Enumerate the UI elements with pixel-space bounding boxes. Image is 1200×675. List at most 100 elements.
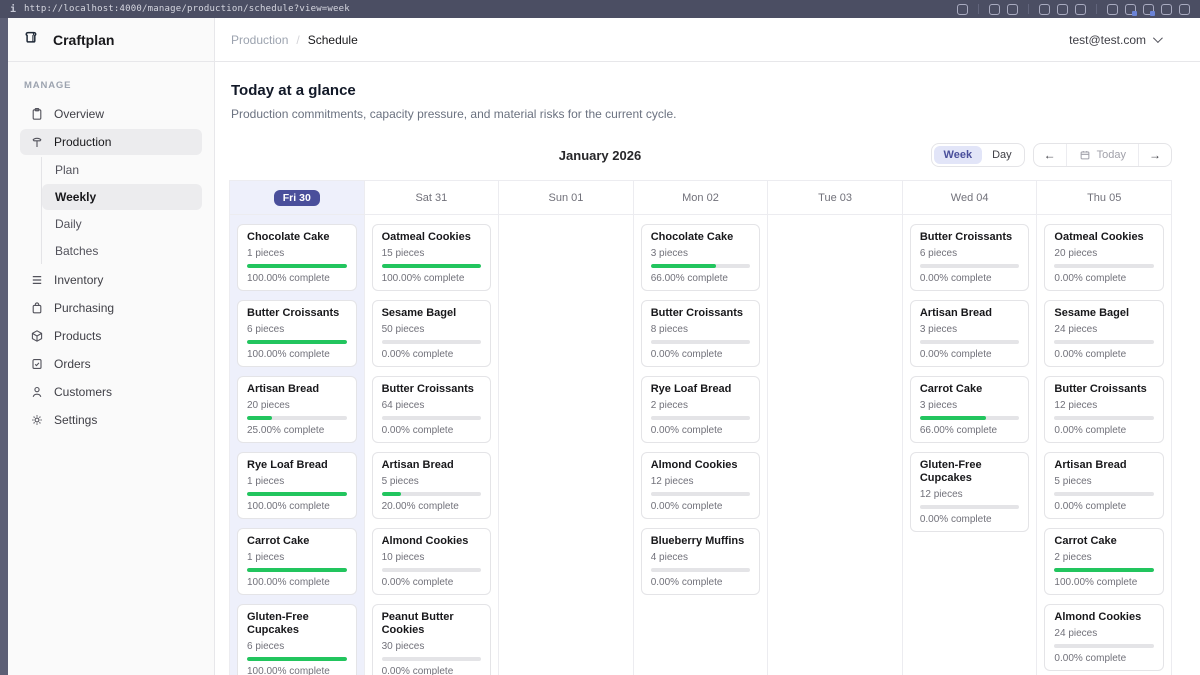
translate-icon[interactable] <box>1143 4 1154 15</box>
sidebar-subitem-batches[interactable]: Batches <box>42 238 202 264</box>
breadcrumb: Production / Schedule <box>215 33 1069 47</box>
sidebar-item-purchasing[interactable]: Purchasing <box>20 295 202 321</box>
production-card[interactable]: Almond Cookies24 pieces0.00% complete <box>1044 604 1164 671</box>
today-button-label: Today <box>1097 149 1126 161</box>
day-header: Sat 31 <box>365 181 499 215</box>
card-product-name: Sesame Bagel <box>1054 307 1154 320</box>
production-card[interactable]: Gluten-Free Cupcakes6 pieces100.00% comp… <box>237 604 357 675</box>
user-menu[interactable]: test@test.com <box>1069 33 1200 47</box>
production-card[interactable]: Carrot Cake1 pieces100.00% complete <box>237 528 357 595</box>
production-card[interactable]: Butter Croissants6 pieces100.00% complet… <box>237 300 357 367</box>
production-card[interactable]: Oatmeal Cookies15 pieces100.00% complete <box>372 224 492 291</box>
sidebar-item-label: Products <box>54 329 101 343</box>
production-card[interactable]: Sesame Bagel24 pieces0.00% complete <box>1044 300 1164 367</box>
production-card[interactable]: Butter Croissants6 pieces0.00% complete <box>910 224 1030 291</box>
production-card[interactable]: Sesame Bagel50 pieces0.00% complete <box>372 300 492 367</box>
info-icon[interactable]: i <box>10 4 16 15</box>
sidebar-subitem-plan[interactable]: Plan <box>42 157 202 183</box>
week-view-button[interactable]: Week <box>934 146 983 164</box>
card-complete-label: 100.00% complete <box>247 577 347 588</box>
production-card[interactable]: Carrot Cake3 pieces66.00% complete <box>910 376 1030 443</box>
picture-in-picture-icon[interactable] <box>1039 4 1050 15</box>
production-card[interactable]: Artisan Bread20 pieces25.00% complete <box>237 376 357 443</box>
icon-group-divider <box>1096 4 1097 14</box>
card-complete-label: 100.00% complete <box>382 273 482 284</box>
sidebar-item-inventory[interactable]: Inventory <box>20 267 202 293</box>
passwords-icon[interactable] <box>1125 4 1136 15</box>
card-product-name: Oatmeal Cookies <box>1054 231 1154 244</box>
card-pieces: 5 pieces <box>382 476 482 487</box>
day-view-button[interactable]: Day <box>982 146 1022 164</box>
card-pieces: 4 pieces <box>651 552 751 563</box>
sidebar-subitem-weekly[interactable]: Weekly <box>42 184 202 210</box>
production-card[interactable]: Artisan Bread5 pieces0.00% complete <box>1044 452 1164 519</box>
card-product-name: Chocolate Cake <box>651 231 751 244</box>
next-week-button[interactable]: → <box>1139 144 1171 166</box>
card-pieces: 6 pieces <box>247 641 347 652</box>
progress-bar <box>1054 416 1154 420</box>
card-pieces: 1 pieces <box>247 248 347 259</box>
production-card[interactable]: Butter Croissants12 pieces0.00% complete <box>1044 376 1164 443</box>
today-button[interactable]: Today <box>1066 144 1139 166</box>
card-pieces: 3 pieces <box>920 324 1020 335</box>
prev-week-button[interactable]: ← <box>1034 144 1066 166</box>
card-complete-label: 0.00% complete <box>920 273 1020 284</box>
production-card[interactable]: Blueberry Muffins4 pieces0.00% complete <box>641 528 761 595</box>
production-card[interactable]: Peanut Butter Cookies30 pieces0.00% comp… <box>372 604 492 675</box>
hammer-icon <box>30 135 44 149</box>
progress-bar <box>382 416 482 420</box>
card-pieces: 30 pieces <box>382 641 482 652</box>
card-complete-label: 100.00% complete <box>247 501 347 512</box>
sidebar-nav: OverviewProductionPlanWeeklyDailyBatches… <box>8 101 214 433</box>
card-product-name: Almond Cookies <box>1054 611 1154 624</box>
production-card[interactable]: Rye Loaf Bread2 pieces0.00% complete <box>641 376 761 443</box>
day-header: Sun 01 <box>499 181 633 215</box>
sidebar-subitem-daily[interactable]: Daily <box>42 211 202 237</box>
user-email: test@test.com <box>1069 33 1146 47</box>
target-icon[interactable] <box>1075 4 1086 15</box>
url-text[interactable]: http://localhost:4000/manage/production/… <box>24 4 350 14</box>
sidebar-item-products[interactable]: Products <box>20 323 202 349</box>
link-icon[interactable] <box>957 4 968 15</box>
card-pieces: 24 pieces <box>1054 324 1154 335</box>
split-view-icon[interactable] <box>1179 4 1190 15</box>
production-card[interactable]: Gluten-Free Cupcakes12 pieces0.00% compl… <box>910 452 1030 532</box>
card-pieces: 15 pieces <box>382 248 482 259</box>
sidebar-item-orders[interactable]: Orders <box>20 351 202 377</box>
extensions-icon[interactable] <box>1107 4 1118 15</box>
breadcrumb-production[interactable]: Production <box>231 33 288 47</box>
card-product-name: Artisan Bread <box>1054 459 1154 472</box>
card-product-name: Butter Croissants <box>382 383 482 396</box>
screenshot-icon[interactable] <box>989 4 1000 15</box>
production-card[interactable]: Artisan Bread3 pieces0.00% complete <box>910 300 1030 367</box>
progress-bar <box>651 568 751 572</box>
brand-area[interactable]: Craftplan <box>8 18 215 61</box>
progress-bar <box>382 492 482 496</box>
card-product-name: Chocolate Cake <box>247 231 347 244</box>
production-card[interactable]: Artisan Bread5 pieces20.00% complete <box>372 452 492 519</box>
cube-icon <box>30 329 44 343</box>
production-card[interactable]: Butter Croissants8 pieces0.00% complete <box>641 300 761 367</box>
progress-bar <box>1054 568 1154 572</box>
calendar-grid: Fri 30Chocolate Cake1 pieces100.00% comp… <box>229 180 1172 675</box>
progress-bar <box>651 492 751 496</box>
sidebar-item-customers[interactable]: Customers <box>20 379 202 405</box>
sidebar-item-settings[interactable]: Settings <box>20 407 202 433</box>
sidebar: MANAGE OverviewProductionPlanWeeklyDaily… <box>8 62 215 675</box>
globe-icon[interactable] <box>1057 4 1068 15</box>
production-card[interactable]: Oatmeal Cookies20 pieces0.00% complete <box>1044 224 1164 291</box>
camera-icon[interactable] <box>1007 4 1018 15</box>
production-card[interactable]: Chocolate Cake1 pieces100.00% complete <box>237 224 357 291</box>
production-card[interactable]: Almond Cookies10 pieces0.00% complete <box>372 528 492 595</box>
text-size-icon[interactable] <box>1161 4 1172 15</box>
calendar-month-label: January 2026 <box>530 148 670 163</box>
sidebar-item-production[interactable]: Production <box>20 129 202 155</box>
progress-bar-fill <box>247 416 272 420</box>
production-card[interactable]: Carrot Cake2 pieces100.00% complete <box>1044 528 1164 595</box>
production-card[interactable]: Almond Cookies12 pieces0.00% complete <box>641 452 761 519</box>
production-card[interactable]: Butter Croissants64 pieces0.00% complete <box>372 376 492 443</box>
sidebar-item-overview[interactable]: Overview <box>20 101 202 127</box>
progress-bar <box>920 416 1020 420</box>
production-card[interactable]: Rye Loaf Bread1 pieces100.00% complete <box>237 452 357 519</box>
production-card[interactable]: Chocolate Cake3 pieces66.00% complete <box>641 224 761 291</box>
